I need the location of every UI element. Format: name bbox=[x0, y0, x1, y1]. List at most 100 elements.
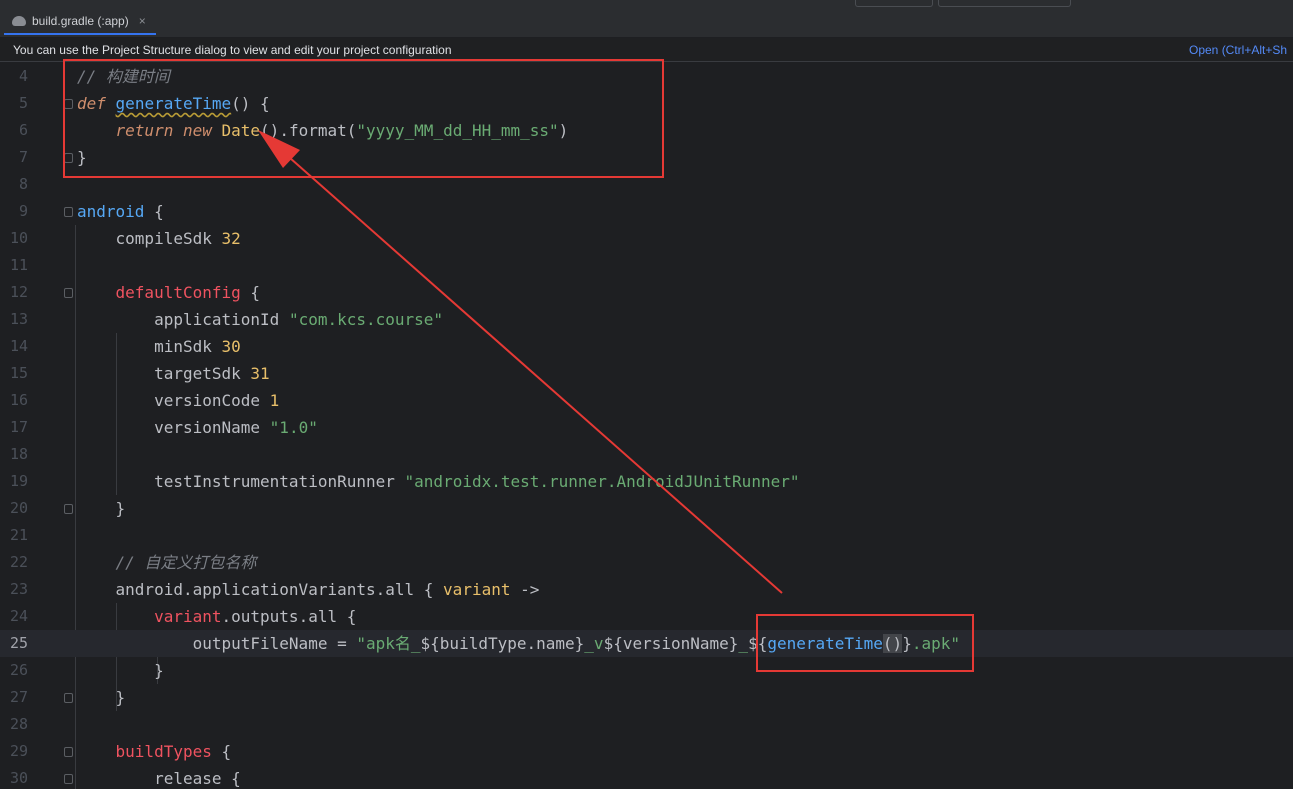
editor-tab-bar: build.gradle (:app) × bbox=[0, 0, 1293, 38]
code-editor[interactable]: 4 // 构建时间 5 def generateTime() { 6 retur… bbox=[0, 63, 1293, 789]
code-token: versionName bbox=[154, 418, 261, 437]
code-line: 5 def generateTime() { bbox=[0, 90, 1293, 117]
code-line: 13 applicationId "com.kcs.course" bbox=[0, 306, 1293, 333]
toolbar-run-config-dropdown[interactable] bbox=[855, 0, 933, 7]
line-number: 22 bbox=[9, 553, 28, 571]
code-token: release bbox=[154, 769, 222, 788]
code-line: 30 release { bbox=[0, 765, 1293, 789]
line-number: 6 bbox=[18, 121, 28, 139]
keyword-return: return bbox=[115, 121, 174, 140]
code-token: { bbox=[211, 742, 232, 761]
fold-toggle-icon[interactable] bbox=[64, 774, 73, 784]
string-part: _ bbox=[738, 634, 749, 653]
template-expression: ${ bbox=[748, 634, 768, 653]
fold-toggle-icon[interactable] bbox=[64, 504, 73, 514]
line-number: 20 bbox=[9, 499, 28, 517]
code-token: -> bbox=[510, 580, 540, 599]
variant-reference: variant bbox=[154, 607, 222, 626]
line-number: 5 bbox=[18, 94, 28, 112]
line-number: 23 bbox=[9, 580, 28, 598]
line-number: 4 bbox=[18, 67, 28, 85]
code-line: 18 bbox=[0, 441, 1293, 468]
code-line: 14 minSdk 30 bbox=[0, 333, 1293, 360]
template-expression: } bbox=[902, 634, 912, 653]
code-token: { bbox=[240, 283, 261, 302]
fold-toggle-icon[interactable] bbox=[64, 153, 73, 163]
line-number: 18 bbox=[9, 445, 28, 463]
value-minSdk: 30 bbox=[221, 337, 241, 356]
code-token: } bbox=[154, 661, 164, 680]
code-line: 4 // 构建时间 bbox=[0, 63, 1293, 90]
line-number: 27 bbox=[9, 688, 28, 706]
value-applicationId: "com.kcs.course" bbox=[288, 310, 444, 329]
fold-toggle-icon[interactable] bbox=[64, 207, 73, 217]
gradle-elephant-icon bbox=[12, 16, 26, 26]
code-line: 7 } bbox=[0, 144, 1293, 171]
call-generateTime[interactable]: generateTime bbox=[767, 634, 883, 653]
code-line: 8 bbox=[0, 171, 1293, 198]
line-number: 15 bbox=[9, 364, 28, 382]
line-number: 29 bbox=[9, 742, 28, 760]
code-token: } bbox=[115, 688, 126, 707]
project-structure-notification: You can use the Project Structure dialog… bbox=[0, 38, 1293, 62]
tab-title: build.gradle (:app) bbox=[32, 14, 129, 28]
close-icon[interactable]: × bbox=[139, 14, 146, 28]
line-number: 21 bbox=[9, 526, 28, 544]
fold-toggle-icon[interactable] bbox=[64, 747, 73, 757]
block-buildTypes: buildTypes bbox=[115, 742, 212, 761]
code-token: .outputs.all { bbox=[221, 607, 357, 626]
code-line: 24 variant.outputs.all { bbox=[0, 603, 1293, 630]
code-token: } bbox=[115, 499, 126, 518]
comment-custom-package-name: // 自定义打包名称 bbox=[115, 553, 257, 572]
toolbar-device-dropdown[interactable] bbox=[938, 0, 1071, 7]
code-line: 28 bbox=[0, 711, 1293, 738]
string-part: "apk名_ bbox=[356, 634, 421, 653]
code-token: ) bbox=[558, 121, 569, 140]
line-number: 12 bbox=[9, 283, 28, 301]
comment-build-time: // 构建时间 bbox=[77, 67, 170, 86]
line-number: 16 bbox=[9, 391, 28, 409]
code-line: 22 // 自定义打包名称 bbox=[0, 549, 1293, 576]
date-format-string: "yyyy_MM_dd_HH_mm_ss" bbox=[356, 121, 559, 140]
code-token: ().format( bbox=[260, 121, 357, 140]
open-project-structure-link[interactable]: Open (Ctrl+Alt+Sh bbox=[1189, 43, 1287, 57]
line-number: 14 bbox=[9, 337, 28, 355]
template-expression: ${versionName} bbox=[603, 634, 739, 653]
value-targetSdk: 31 bbox=[250, 364, 270, 383]
fold-toggle-icon[interactable] bbox=[64, 693, 73, 703]
code-line: 21 bbox=[0, 522, 1293, 549]
value-versionName: "1.0" bbox=[269, 418, 318, 437]
line-number: 11 bbox=[9, 256, 28, 274]
code-token: { bbox=[221, 769, 241, 788]
class-date: Date bbox=[221, 121, 261, 140]
block-android: android bbox=[77, 202, 145, 221]
code-token: testInstrumentationRunner bbox=[154, 472, 395, 491]
keyword-new: new bbox=[182, 121, 212, 140]
code-line: 27 } bbox=[0, 684, 1293, 711]
code-line: 16 versionCode 1 bbox=[0, 387, 1293, 414]
line-number: 24 bbox=[9, 607, 28, 625]
line-number: 13 bbox=[9, 310, 28, 328]
code-line: 11 bbox=[0, 252, 1293, 279]
code-line: 19 testInstrumentationRunner "androidx.t… bbox=[0, 468, 1293, 495]
code-line: 20 } bbox=[0, 495, 1293, 522]
code-line: 23 android.applicationVariants.all { var… bbox=[0, 576, 1293, 603]
value-compileSdk: 32 bbox=[221, 229, 241, 248]
value-versionCode: 1 bbox=[269, 391, 280, 410]
string-part: .apk" bbox=[911, 634, 960, 653]
code-token: () { bbox=[231, 94, 270, 113]
code-token: } bbox=[77, 148, 87, 167]
notification-message: You can use the Project Structure dialog… bbox=[13, 42, 452, 57]
line-number: 25 bbox=[9, 634, 28, 652]
line-number: 19 bbox=[9, 472, 28, 490]
fold-toggle-icon[interactable] bbox=[64, 288, 73, 298]
line-number: 30 bbox=[9, 769, 28, 787]
code-line: 26 } bbox=[0, 657, 1293, 684]
tab-build-gradle-app[interactable]: build.gradle (:app) × bbox=[4, 9, 156, 35]
code-line: 9 android { bbox=[0, 198, 1293, 225]
fold-toggle-icon[interactable] bbox=[64, 99, 73, 109]
line-number: 8 bbox=[18, 175, 28, 193]
line-number: 10 bbox=[9, 229, 28, 247]
function-name-generateTime[interactable]: generateTime bbox=[116, 94, 232, 113]
code-line: 29 buildTypes { bbox=[0, 738, 1293, 765]
